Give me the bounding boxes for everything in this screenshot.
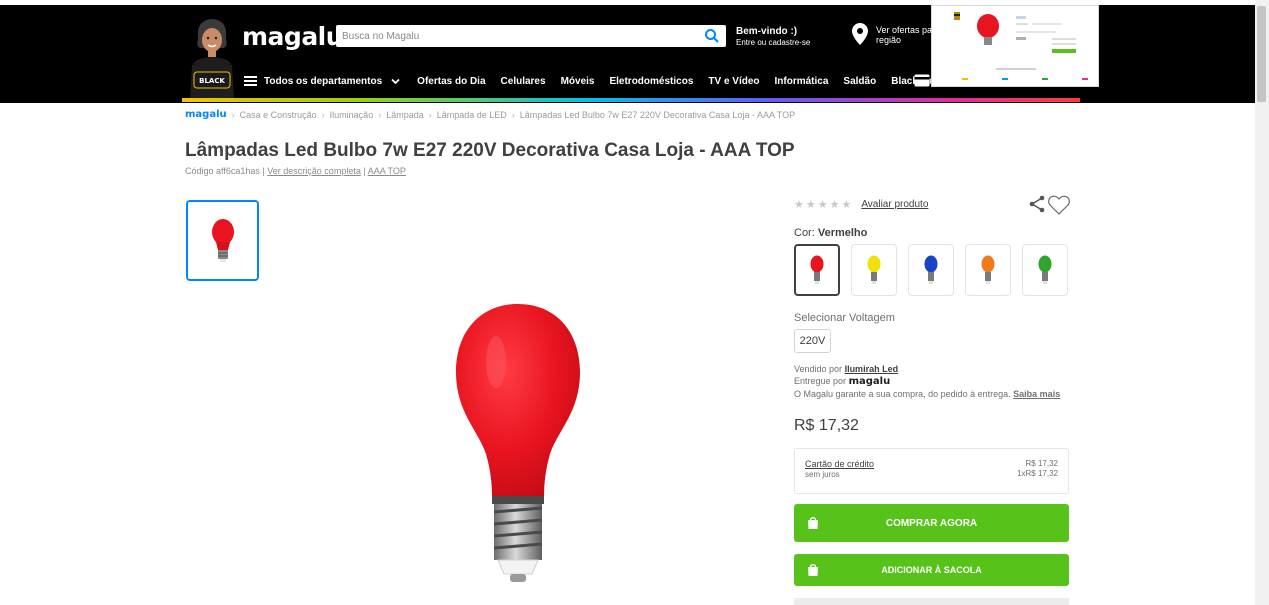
search-input[interactable]	[336, 25, 686, 47]
brand-link[interactable]: AAA TOP	[368, 166, 406, 176]
blue-bulb-icon	[924, 255, 938, 284]
color-swatch-green[interactable]	[1022, 244, 1068, 296]
color-swatch-red[interactable]	[794, 244, 840, 296]
scrollbar-thumb[interactable]	[1257, 6, 1266, 102]
voltage-label: Selecionar Voltagem	[794, 312, 895, 324]
shopping-bag-icon	[808, 564, 818, 576]
product-title: Lâmpadas Led Bulbo 7w E27 220V Decorativ…	[185, 140, 795, 161]
add-to-bag-label: ADICIONAR À SACOLA	[881, 565, 982, 575]
green-bulb-icon	[1038, 255, 1052, 284]
color-swatch-orange[interactable]	[965, 244, 1011, 296]
voltage-option-220v[interactable]: 220V	[794, 329, 831, 353]
subline-separator: |	[363, 166, 366, 176]
credit-card-price: R$ 17,32	[1025, 459, 1058, 468]
breadcrumb-casa-e-construcao[interactable]: Casa e Construção	[240, 110, 317, 120]
product-subline: Código aff6ca1has | Ver descrição comple…	[185, 166, 406, 176]
color-swatches	[794, 244, 1079, 296]
product-price: R$ 17,32	[794, 417, 859, 434]
mascot-lu-icon: BLACK	[190, 19, 234, 98]
product-page: BLACK magalu Bem-vindo :) Entre ou cadas…	[0, 0, 1269, 605]
breadcrumb-separator: ›	[511, 109, 515, 120]
all-departments-label: Todos os departamentos	[264, 75, 383, 87]
chevron-down-icon	[391, 78, 400, 84]
nav-item-informatica[interactable]: Informática	[775, 76, 829, 87]
color-swatch-yellow[interactable]	[851, 244, 897, 296]
offers-region-line2: região	[876, 35, 902, 45]
orange-bulb-icon	[981, 255, 995, 284]
yellow-bulb-icon	[867, 255, 881, 284]
rate-product-link[interactable]: Avaliar produto	[861, 199, 928, 210]
sold-by-label: Vendido por	[794, 364, 843, 374]
red-bulb-thumbnail-icon	[211, 218, 234, 262]
red-bulb-icon	[810, 255, 824, 284]
search-bar	[336, 25, 726, 47]
header-rainbow-bar	[182, 98, 1080, 102]
color-label-prefix: Cor:	[794, 227, 815, 239]
main-nav: Todos os departamentos Ofertas do Dia Ce…	[244, 72, 988, 90]
credit-card-option[interactable]: Cartão de crédito sem juros R$ 17,32 1xR…	[794, 448, 1069, 494]
color-label: Cor: Vermelho	[794, 227, 867, 239]
guarantee-text: O Magalu garante a sua compra, do pedido…	[794, 389, 1011, 399]
offers-region-line1: Ver ofertas para	[876, 25, 934, 35]
seller-link[interactable]: Ilumirah Led	[845, 364, 899, 374]
product-code: Código aff6ca1has	[185, 166, 260, 176]
login-signup-link[interactable]: Entre ou cadastre-se	[736, 37, 810, 48]
breadcrumb-iluminacao[interactable]: Iluminação	[330, 110, 374, 120]
seller-info: Vendido por Ilumirah Led Entregue por ma…	[794, 363, 1060, 400]
full-description-link[interactable]: Ver descrição completa	[267, 166, 361, 176]
nav-item-moveis[interactable]: Móveis	[561, 76, 595, 87]
buy-now-button[interactable]: COMPRAR AGORA	[794, 504, 1069, 542]
credit-card-title: Cartão de crédito	[805, 459, 875, 469]
breadcrumb-lampada[interactable]: Lâmpada	[386, 110, 424, 120]
credit-card-installment: 1xR$ 17,32	[1017, 469, 1058, 478]
delivered-by-label: Entregue por	[794, 376, 847, 386]
learn-more-link[interactable]: Saiba mais	[1013, 389, 1060, 399]
nav-item-ofertas-do-dia[interactable]: Ofertas do Dia	[417, 76, 485, 87]
nav-item-tv-e-video[interactable]: TV e Vídeo	[708, 76, 759, 87]
nav-item-eletrodomesticos[interactable]: Eletrodomésticos	[609, 76, 693, 87]
welcome-text: Bem-vindo :)	[736, 26, 798, 37]
mascot-badge-text: BLACK	[199, 77, 225, 85]
main-product-image[interactable]	[448, 302, 588, 584]
page-preview-image	[954, 12, 1088, 80]
breadcrumb-separator: ›	[321, 109, 325, 120]
breadcrumb-separator: ›	[231, 109, 235, 120]
shopping-bag-icon	[808, 517, 818, 529]
heart-icon[interactable]	[1048, 195, 1070, 215]
rating-row: ★★★★★ Avaliar produto	[794, 198, 928, 211]
buy-now-label: COMPRAR AGORA	[885, 517, 978, 529]
breadcrumb-home[interactable]: magalu	[185, 109, 227, 120]
next-section-bar	[794, 598, 1069, 605]
color-swatch-blue[interactable]	[908, 244, 954, 296]
magalu-logo[interactable]: magalu	[242, 22, 344, 51]
share-icon[interactable]	[1029, 195, 1045, 213]
rating-stars: ★★★★★	[794, 199, 854, 211]
credit-card-subtitle: sem juros	[805, 470, 840, 479]
product-thumbnail[interactable]	[186, 200, 259, 281]
nav-item-celulares[interactable]: Celulares	[501, 76, 546, 87]
breadcrumb: magalu › Casa e Construção › Iluminação …	[185, 109, 795, 120]
card-icon[interactable]	[914, 74, 930, 87]
search-icon[interactable]	[704, 28, 720, 44]
offers-region-link[interactable]: Ver ofertas para região	[876, 25, 934, 45]
nav-item-saldao[interactable]: Saldão	[843, 76, 876, 87]
selected-color: Vermelho	[817, 227, 868, 239]
hamburger-icon	[244, 76, 257, 86]
breadcrumb-separator: ›	[428, 109, 432, 120]
location-pin-icon[interactable]	[852, 23, 868, 45]
subline-separator: |	[262, 166, 265, 176]
delivered-by-logo: magalu	[848, 376, 891, 387]
all-departments-menu[interactable]: Todos os departamentos	[244, 76, 400, 87]
account-welcome[interactable]: Bem-vindo :) Entre ou cadastre-se	[736, 26, 810, 48]
page-preview-popup	[931, 5, 1099, 87]
add-to-bag-button[interactable]: ADICIONAR À SACOLA	[794, 554, 1069, 586]
breadcrumb-separator: ›	[378, 109, 382, 120]
breadcrumb-lampada-de-led[interactable]: Lâmpada de LED	[437, 110, 507, 120]
breadcrumb-current: Lâmpadas Led Bulbo 7w E27 220V Decorativ…	[519, 109, 796, 120]
